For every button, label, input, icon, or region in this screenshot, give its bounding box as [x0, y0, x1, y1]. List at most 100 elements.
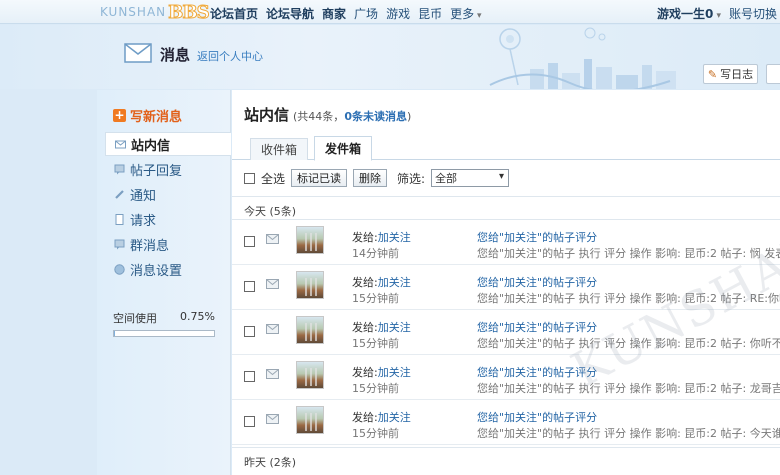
space-usage-bar: [113, 330, 215, 337]
sidebar-item-inbox-messages[interactable]: 站内信: [105, 132, 231, 156]
message-row[interactable]: 发给:加关注 15分钟前 您给"加关注"的帖子评分您给"加关注"的帖子 执行 评分 …: [232, 310, 780, 355]
message-subject-link[interactable]: 您给"加关注"的帖子评分: [477, 409, 597, 425]
recipient-avatar[interactable]: [296, 406, 324, 434]
nav-forum-home[interactable]: 论坛首页: [210, 5, 258, 22]
inbox-heading: 站内信 (共44条，0条未读消息): [244, 104, 411, 125]
speech-bubble-icon: [114, 164, 125, 174]
space-usage-percent: 0.75%: [180, 310, 215, 323]
section-divider: [232, 447, 780, 448]
pencil-icon: [115, 189, 124, 199]
sidebar-item-label: 消息设置: [130, 263, 183, 279]
message-checkbox[interactable]: [244, 236, 255, 247]
write-diary-label: 写日志: [720, 68, 754, 81]
nav-more[interactable]: 更多: [450, 5, 481, 22]
sidebar-item-message-settings[interactable]: 消息设置: [105, 257, 231, 281]
message-subject-link[interactable]: 您给"加关注"的帖子评分: [477, 229, 597, 245]
select-all-label: 全选: [261, 171, 286, 186]
envelope-icon: [266, 234, 279, 244]
nav-merchants[interactable]: 商家: [322, 5, 346, 22]
message-checkbox[interactable]: [244, 326, 255, 337]
message-subject-link[interactable]: 您给"加关注"的帖子评分: [477, 274, 597, 290]
recipient-link[interactable]: 加关注: [378, 231, 411, 244]
space-usage: 空间使用 0.75%: [113, 310, 215, 337]
message-row[interactable]: 发给:加关注 15分钟前 您给"加关注"的帖子评分您给"加关注"的帖子 执行 评分 …: [232, 355, 780, 400]
message-time: 15分钟前: [352, 337, 399, 350]
recipient-prefix: 发给:: [352, 411, 378, 424]
message-subject-link[interactable]: 您给"加关注"的帖子评分: [477, 319, 597, 335]
tab-outbox[interactable]: 发件箱: [314, 136, 372, 161]
top-navigation-bar: KUNSHAN BBS 论坛首页 论坛导航 商家 广场 游戏 昆币 更多 游戏一…: [0, 0, 780, 24]
sidebar-item-requests[interactable]: 请求: [105, 207, 231, 231]
sidebar-item-notifications[interactable]: 通知: [105, 182, 231, 206]
recipient-avatar[interactable]: [296, 271, 324, 299]
section-yesterday: 昨天 (2条): [244, 456, 297, 469]
recipient-link[interactable]: 加关注: [378, 366, 411, 379]
recipient-link[interactable]: 加关注: [378, 276, 411, 289]
message-row[interactable]: 发给:加关注 15分钟前 您给"加关注"的帖子评分您给"加关注"的帖子 执行 评分 …: [232, 265, 780, 310]
message-row[interactable]: 发给:加关注 14分钟前 您给"加关注"的帖子评分 您给"加关注"的帖子 执行 评分 …: [232, 220, 780, 265]
delete-button[interactable]: 删除: [353, 169, 388, 187]
nav-square[interactable]: 广场: [354, 5, 378, 22]
filter-select[interactable]: 全部: [431, 169, 510, 187]
document-icon: [115, 213, 124, 225]
switch-account-link[interactable]: 账号切换: [729, 5, 777, 22]
sidebar-item-label: 通知: [130, 188, 157, 204]
recipient-prefix: 发给:: [352, 231, 378, 244]
recipient-prefix: 发给:: [352, 366, 378, 379]
recipient-link[interactable]: 加关注: [378, 321, 411, 334]
compose-message-button[interactable]: + 写新消息: [113, 106, 182, 125]
message-time: 14分钟前: [352, 247, 399, 260]
message-preview: 您给"加关注"的帖子 执行 评分 操作 影响: 昆币:2 帖子: 你听不到吗: [477, 337, 780, 350]
inbox-title: 站内信: [244, 106, 290, 124]
username-menu[interactable]: 游戏一生0: [657, 5, 721, 22]
edit-icon: ✎: [707, 67, 718, 81]
select-all-checkbox[interactable]: [244, 172, 255, 184]
write-diary-button[interactable]: ✎ 写日志: [703, 64, 758, 84]
message-checkbox[interactable]: [244, 371, 255, 382]
recipient-avatar[interactable]: [296, 361, 324, 389]
unread-count-link[interactable]: 0条未读消息: [344, 110, 407, 123]
sidebar-item-label: 群消息: [130, 238, 170, 254]
nav-games[interactable]: 游戏: [386, 5, 410, 22]
toolbar-divider: [232, 196, 780, 197]
message-checkbox[interactable]: [244, 281, 255, 292]
recipient-avatar[interactable]: [296, 316, 324, 344]
compose-label: 写新消息: [130, 110, 183, 125]
skyline-decoration: [489, 27, 676, 89]
message-recipient: 发给:加关注: [352, 364, 411, 380]
mark-read-button[interactable]: 标记已读: [291, 169, 348, 187]
tab-inbox[interactable]: 收件箱: [250, 138, 308, 160]
message-time: 15分钟前: [352, 292, 399, 305]
recipient-prefix: 发给:: [352, 321, 378, 334]
nav-forum-guide[interactable]: 论坛导航: [266, 5, 314, 22]
filter-label: 筛选:: [397, 171, 426, 186]
sidebar-item-label: 请求: [130, 213, 157, 229]
site-logo[interactable]: KUNSHAN BBS: [100, 1, 210, 23]
message-time: 15分钟前: [352, 382, 399, 395]
back-to-profile-link[interactable]: 返回个人中心: [197, 48, 263, 64]
recipient-link[interactable]: 加关注: [378, 411, 411, 424]
mailbox-tabs: 收件箱 发件箱: [232, 136, 780, 161]
message-row[interactable]: 发给:加关注 15分钟前 您给"加关注"的帖子评分 您给"加关注"的帖子 执行 评分 …: [232, 400, 780, 445]
message-checkbox[interactable]: [244, 416, 255, 427]
message-count-suffix: ): [406, 110, 412, 123]
sidebar-item-post-replies[interactable]: 帖子回复: [105, 157, 231, 181]
message-preview: 您给"加关注"的帖子 执行 评分 操作 影响: 昆币:2 帖子: RE:你听不到: [477, 292, 780, 305]
message-count-prefix: (共44条，: [293, 110, 345, 123]
speech-bubble-icon: [114, 239, 125, 249]
sidebar-item-group-messages[interactable]: 群消息: [105, 232, 231, 256]
message-preview: 您给"加关注"的帖子 执行 评分 操作 影响: 昆币:2 帖子: 今天谁破我: [477, 427, 780, 440]
image-button[interactable]: [766, 64, 780, 84]
logo-text: KUNSHAN: [100, 5, 167, 19]
message-subject-link[interactable]: 您给"加关注"的帖子评分: [477, 364, 597, 380]
sidebar: + 写新消息 站内信 帖子回复 通知 请求 群消息 消息设置 空间使用 0.75…: [97, 90, 231, 475]
space-usage-fill: [114, 331, 115, 336]
nav-coins[interactable]: 昆币: [418, 5, 442, 22]
globe-icon: [114, 263, 125, 275]
message-recipient: 发给:加关注: [352, 409, 411, 425]
main-nav: 论坛首页 论坛导航 商家 广场 游戏 昆币 更多: [210, 5, 482, 22]
main-content: 站内信 (共44条，0条未读消息) 收件箱 发件箱 全选 标记已读 删除 筛选: …: [232, 90, 780, 475]
recipient-prefix: 发给:: [352, 276, 378, 289]
message-preview: 您给"加关注"的帖子 执行 评分 操作 影响: 昆币:2 帖子: 龙哥吉祥，: [477, 382, 780, 395]
recipient-avatar[interactable]: [296, 226, 324, 254]
